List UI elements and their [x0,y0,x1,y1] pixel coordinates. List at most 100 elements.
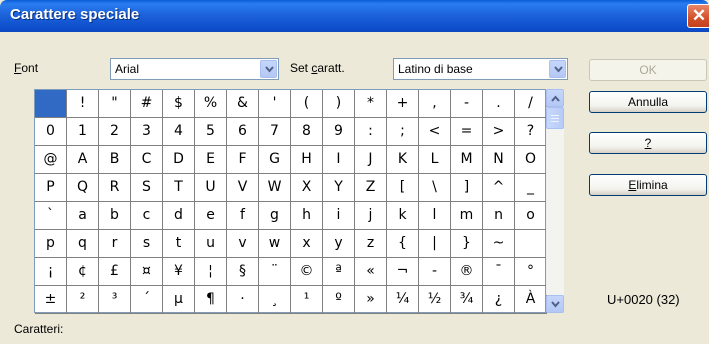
character-cell[interactable]: < [419,118,451,146]
character-cell[interactable]: ¬ [387,258,419,286]
character-cell[interactable]: 6 [227,118,259,146]
character-cell[interactable]: ! [67,90,99,118]
character-cell[interactable]: C [131,146,163,174]
character-cell[interactable]: 4 [163,118,195,146]
character-cell[interactable]: . [483,90,515,118]
character-cell[interactable]: w [259,230,291,258]
character-cell[interactable]: ¸ [259,286,291,314]
character-cell[interactable]: ¨ [259,258,291,286]
character-cell[interactable]: · [227,286,259,314]
character-cell[interactable]: © [291,258,323,286]
character-cell[interactable]: & [227,90,259,118]
character-cell[interactable]: g [259,202,291,230]
character-cell[interactable]: M [451,146,483,174]
character-cell[interactable]: R [99,174,131,202]
character-cell[interactable]: s [131,230,163,258]
character-cell[interactable]: E [195,146,227,174]
character-cell[interactable]: ) [323,90,355,118]
character-cell[interactable]: ³ [99,286,131,314]
character-cell[interactable]: x [291,230,323,258]
character-cell[interactable]: J [355,146,387,174]
character-cell[interactable]: f [227,202,259,230]
character-cell[interactable]: I [323,146,355,174]
character-cell[interactable]: p [35,230,67,258]
character-cell[interactable]: 7 [259,118,291,146]
character-cell[interactable]: µ [163,286,195,314]
close-button[interactable]: ✕ [687,4,709,28]
chevron-down-icon[interactable] [549,60,566,78]
character-cell[interactable]: ¤ [131,258,163,286]
character-cell[interactable]: ` [35,202,67,230]
character-cell[interactable]: _ [515,174,547,202]
delete-button[interactable]: Elimina [589,174,707,196]
character-cell[interactable]: | [419,230,451,258]
character-cell[interactable]: k [387,202,419,230]
character-cell[interactable]: 2 [99,118,131,146]
character-cell[interactable]: # [131,90,163,118]
character-cell[interactable]: @ [35,146,67,174]
character-cell[interactable]: ² [67,286,99,314]
scrollbar-thumb[interactable] [546,107,564,129]
character-cell[interactable]: £ [99,258,131,286]
character-cell[interactable]: L [419,146,451,174]
character-cell[interactable]: 1 [67,118,99,146]
character-cell[interactable]: t [163,230,195,258]
character-cell[interactable]: ; [387,118,419,146]
character-cell[interactable]: ¹ [291,286,323,314]
character-cell[interactable]: ¥ [163,258,195,286]
character-cell[interactable]: u [195,230,227,258]
character-cell[interactable]: N [483,146,515,174]
font-select[interactable]: Arial [110,58,279,80]
character-cell[interactable]: ´ [131,286,163,314]
character-cell[interactable]: ° [515,258,547,286]
character-cell[interactable]: } [451,230,483,258]
character-cell[interactable]: n [483,202,515,230]
character-cell[interactable]: 8 [291,118,323,146]
character-cell[interactable]: ® [451,258,483,286]
character-cell[interactable]: - [451,90,483,118]
character-cell[interactable]: y [323,230,355,258]
character-cell[interactable]: 5 [195,118,227,146]
character-cell[interactable]: ½ [419,286,451,314]
character-cell[interactable]: e [195,202,227,230]
character-cell[interactable]: d [163,202,195,230]
character-cell[interactable]: F [227,146,259,174]
character-cell[interactable]: O [515,146,547,174]
chevron-down-icon[interactable] [260,60,277,78]
character-cell[interactable]: ± [35,286,67,314]
character-cell[interactable]: / [515,90,547,118]
character-cell[interactable]: ( [291,90,323,118]
character-cell[interactable]: j [355,202,387,230]
character-cell[interactable]: ? [515,118,547,146]
character-cell[interactable]: * [355,90,387,118]
character-cell[interactable]: W [259,174,291,202]
help-button[interactable]: ? [589,132,707,154]
charset-select[interactable]: Latino di base [393,58,568,80]
character-cell[interactable] [35,90,67,118]
character-cell[interactable]: § [227,258,259,286]
character-cell[interactable]: % [195,90,227,118]
character-cell[interactable]: i [323,202,355,230]
character-cell[interactable]: b [99,202,131,230]
character-cell[interactable]: S [131,174,163,202]
character-cell[interactable]: " [99,90,131,118]
character-cell[interactable]: X [291,174,323,202]
character-cell[interactable]: : [355,118,387,146]
character-cell[interactable]: $ [163,90,195,118]
character-cell[interactable]: A [67,146,99,174]
character-cell[interactable]: Q [67,174,99,202]
character-cell[interactable]: ' [259,90,291,118]
character-cell[interactable]: H [291,146,323,174]
character-cell[interactable]: 9 [323,118,355,146]
character-cell[interactable]: h [291,202,323,230]
scrollbar-track[interactable] [546,107,564,295]
character-cell[interactable]: V [227,174,259,202]
character-cell[interactable]: D [163,146,195,174]
character-cell[interactable]: ¡ [35,258,67,286]
character-cell[interactable]: l [419,202,451,230]
character-cell[interactable]: { [387,230,419,258]
character-cell[interactable]: ¯ [483,258,515,286]
cancel-button[interactable]: Annulla [589,91,707,113]
character-cell[interactable]: > [483,118,515,146]
character-cell[interactable]: » [355,286,387,314]
